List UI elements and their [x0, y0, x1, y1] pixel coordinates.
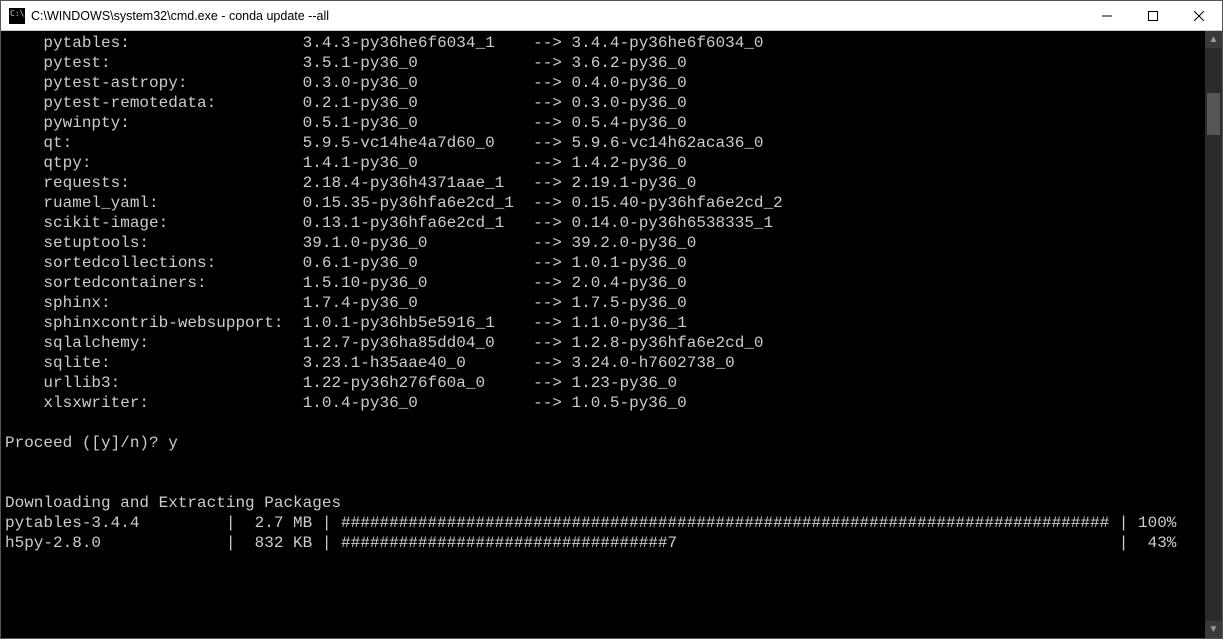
- scroll-down-button[interactable]: ▼: [1205, 621, 1222, 638]
- scroll-up-button[interactable]: ▲: [1205, 31, 1222, 48]
- scroll-thumb[interactable]: [1207, 93, 1220, 135]
- close-button[interactable]: [1176, 1, 1222, 31]
- window-frame: C:\WINDOWS\system32\cmd.exe - conda upda…: [0, 0, 1223, 639]
- minimize-button[interactable]: [1084, 1, 1130, 31]
- window-titlebar[interactable]: C:\WINDOWS\system32\cmd.exe - conda upda…: [1, 1, 1222, 31]
- terminal-area: pytables: 3.4.3-py36he6f6034_1 --> 3.4.4…: [1, 31, 1222, 638]
- window-title: C:\WINDOWS\system32\cmd.exe - conda upda…: [31, 9, 329, 23]
- cmd-icon: [9, 8, 25, 24]
- vertical-scrollbar[interactable]: ▲ ▼: [1205, 31, 1222, 638]
- terminal-output[interactable]: pytables: 3.4.3-py36he6f6034_1 --> 3.4.4…: [1, 31, 1205, 638]
- maximize-button[interactable]: [1130, 1, 1176, 31]
